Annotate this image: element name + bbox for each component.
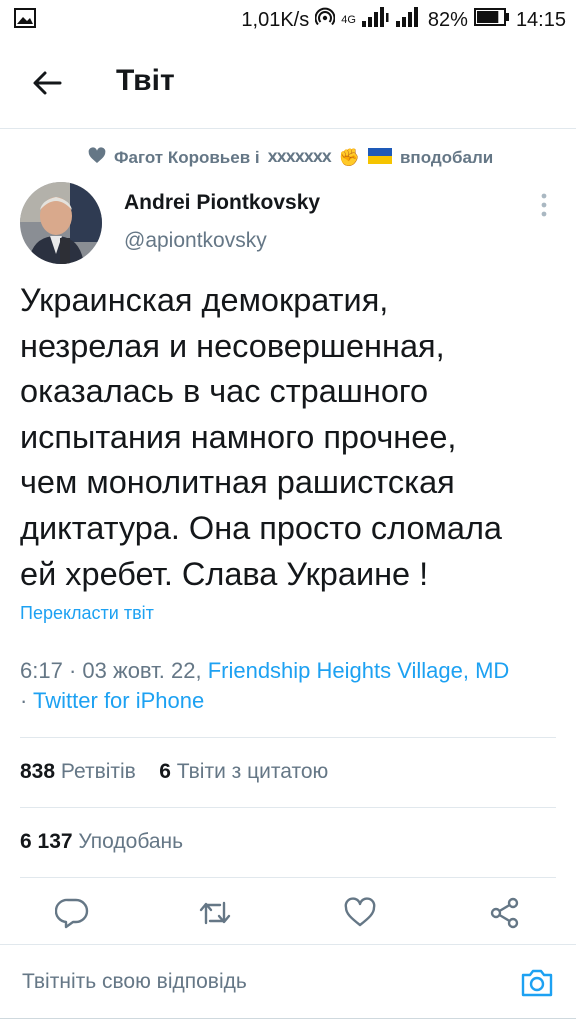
reply-divider <box>0 944 576 945</box>
reply-input[interactable]: Твітніть свою відповідь <box>22 970 492 994</box>
stats-middle-divider <box>20 807 556 808</box>
blocked-glyphs: 𝗫𝗫𝗫𝗫𝗫𝗫𝗫 <box>267 150 332 165</box>
date-separator: · <box>62 658 83 683</box>
more-options-icon[interactable] <box>534 192 554 218</box>
tweet-metadata: 6:17 · 03 жовт. 22, Friendship Heights V… <box>20 658 510 713</box>
quotes-stat[interactable]: 6 Твіти з цитатою <box>159 760 328 783</box>
tweet-text: Украинская демократия, незрелая и несове… <box>20 282 502 592</box>
tweet-actions <box>0 896 576 936</box>
heart-icon <box>88 147 106 169</box>
retweets-count: 838 <box>20 760 56 783</box>
bottom-divider <box>0 1018 576 1019</box>
translate-link[interactable]: Перекласти твіт <box>20 603 154 624</box>
social-context[interactable]: Фагот Коровьев і 𝗫𝗫𝗫𝗫𝗫𝗫𝗫 ✊ вподобали <box>88 147 493 169</box>
ukraine-flag-icon <box>367 147 392 169</box>
header-divider <box>0 128 576 129</box>
battery-percent: 82% <box>427 8 468 31</box>
source-separator: · <box>20 688 34 713</box>
reply-bar: Твітніть свою відповідь <box>0 952 576 1018</box>
likes-count: 6 137 <box>20 830 73 853</box>
author-name[interactable]: Andrei Piontkovsky <box>124 191 320 215</box>
back-arrow-icon[interactable] <box>30 66 64 100</box>
retweet-stats: 838 Ретвітів 6 Твіти з цитатою <box>20 760 328 784</box>
page-title: Твіт <box>116 64 175 97</box>
status-bar: 1,01K/s 4G 82% 14:15 <box>0 0 576 40</box>
like-icon[interactable] <box>343 896 377 930</box>
likes-stats: 6 137 Уподобань <box>20 830 183 854</box>
avatar[interactable] <box>20 182 102 264</box>
image-notification-icon <box>14 8 36 33</box>
network-speed: 1,01K/s <box>241 8 310 31</box>
battery-icon <box>473 8 510 32</box>
stats-bottom-divider <box>20 877 556 878</box>
tweet-date: 03 жовт. 22 <box>82 658 196 683</box>
share-icon[interactable] <box>488 896 522 930</box>
author-handle[interactable]: @apiontkovsky <box>124 229 267 253</box>
social-context-suffix: вподобали <box>399 148 494 167</box>
tweet-source-link[interactable]: Twitter for iPhone <box>33 688 204 713</box>
quotes-label: Твіти з цитатою <box>176 760 329 783</box>
camera-icon[interactable] <box>520 968 554 998</box>
retweets-label: Ретвітів <box>60 760 136 783</box>
tweet-time: 6:17 <box>20 658 63 683</box>
clock: 14:15 <box>515 8 566 31</box>
social-context-prefix: Фагот Коровьев і <box>114 148 260 167</box>
tweet-place-link[interactable]: Friendship Heights Village, MD <box>208 658 510 683</box>
reply-icon[interactable] <box>54 896 89 930</box>
fist-emoji: ✊ <box>338 148 360 167</box>
quotes-count: 6 <box>159 760 171 783</box>
network-type: 4G <box>341 14 356 26</box>
signal-icon <box>395 7 422 33</box>
likes-stat[interactable]: 6 137 Уподобань <box>20 830 183 853</box>
app-bar: Твіт <box>0 48 576 122</box>
likes-label: Уподобань <box>78 830 184 853</box>
retweet-icon[interactable] <box>198 896 232 930</box>
stats-top-divider <box>20 737 556 738</box>
retweets-stat[interactable]: 838 Ретвітів <box>20 760 136 783</box>
hotspot-icon <box>314 7 336 33</box>
signal-icon <box>361 7 390 33</box>
